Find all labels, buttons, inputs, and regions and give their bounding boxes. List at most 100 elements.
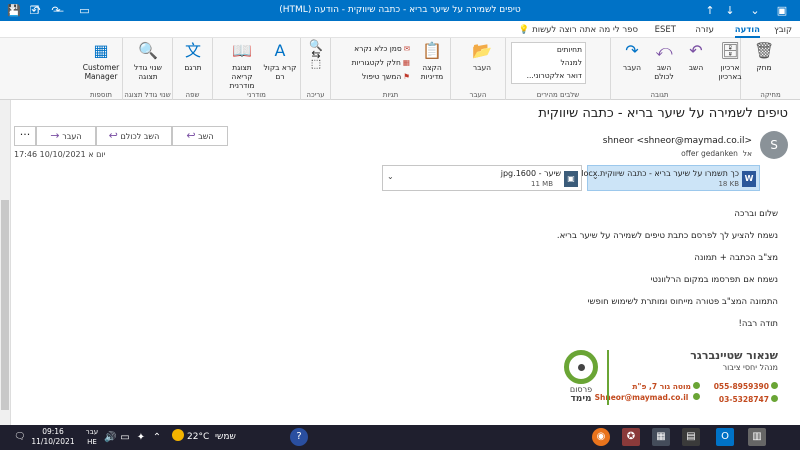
firefox-icon[interactable]: ◉ bbox=[592, 428, 610, 446]
lightbulb-icon: 💡 bbox=[518, 25, 530, 35]
archive-button[interactable]: 🗄 ארכיון בארכיון bbox=[715, 41, 745, 81]
language-indicator[interactable]: עבר HE bbox=[84, 427, 100, 447]
tab-help[interactable]: עזרה bbox=[695, 22, 714, 38]
translate-button[interactable]: 文 תרגם bbox=[176, 41, 210, 72]
immersive-reader-button[interactable]: 📖 תצוגת קריאה מודרנית bbox=[221, 41, 263, 90]
file-explorer-icon[interactable]: ▥ bbox=[748, 428, 766, 446]
minimize-window-button[interactable]: — bbox=[46, 0, 71, 21]
logo-ring-icon bbox=[564, 350, 598, 384]
tab-message[interactable]: הודעה bbox=[734, 22, 760, 38]
email-icon bbox=[693, 393, 700, 400]
calendar-app-icon[interactable]: ▤ bbox=[682, 428, 700, 446]
window-title: טיפים לשמירה על שיער בריא - כתבה שיווקית… bbox=[279, 5, 521, 15]
vertical-scrollbar[interactable] bbox=[0, 100, 11, 425]
down-arrow-icon[interactable]: ↓ bbox=[720, 0, 740, 21]
recipient[interactable]: offer gedanken bbox=[681, 149, 738, 158]
tell-me-search[interactable]: 💡 ספר לי מה אתה רוצה לעשות bbox=[519, 22, 638, 38]
speech-group-label: מודרני bbox=[247, 91, 266, 99]
body-line: נשמח להציע לך לפרסם כתבת טיפים לשמירה על… bbox=[556, 231, 778, 241]
customer-manager-button[interactable]: ▦ Customer Manager bbox=[82, 41, 120, 81]
title-bar: 💾 ↶ ↷ ↑ ↓ ⌄ ▣ טיפים לשמירה על שיער בריא … bbox=[0, 0, 800, 21]
dropdown-icon[interactable]: ⌄ bbox=[745, 0, 765, 21]
zoom-label: שנוי גודל תצוגה bbox=[134, 63, 162, 81]
move-group: 📂 העבר העבר bbox=[450, 38, 505, 100]
tags-group: 📋 הקצה מדיניות ✉סמן כלא נקרא ▦חלק לקטגורי… bbox=[330, 38, 450, 100]
reply-all-button[interactable]: ↩ השב לכולם bbox=[96, 126, 172, 146]
attachment-docx[interactable]: W כך תשמרו על שיער בריא - כתבה שיווקית.d… bbox=[578, 165, 760, 191]
forward-arrow-icon: → bbox=[50, 129, 60, 142]
taskbar: 🗨 09:16 11/10/2021 עבר HE 🔊 ▭ ✦ ⌃ 22°C שמש… bbox=[0, 425, 800, 450]
lang-line2: HE bbox=[87, 438, 97, 446]
immersive-reader-icon: 📖 bbox=[232, 41, 252, 60]
ribbon-reply-all-button[interactable]: ⤺ השב לכולם bbox=[647, 41, 681, 81]
flag-icon: ⚑ bbox=[403, 72, 410, 81]
outlook-icon[interactable]: O bbox=[716, 428, 734, 446]
tab-eset[interactable]: ESET bbox=[655, 22, 676, 38]
read-aloud-button[interactable]: A קרא בקול רם bbox=[263, 41, 297, 81]
avatar[interactable]: S bbox=[760, 131, 788, 159]
clock-date: 11/10/2021 bbox=[31, 437, 75, 446]
delete-label: מחק bbox=[756, 63, 772, 72]
save-quick-icon[interactable]: ▣ bbox=[772, 0, 792, 21]
maymad-logo: פרסום מימד bbox=[560, 350, 602, 408]
move-label: העבר bbox=[472, 63, 492, 72]
signature-email: Shneor@maymad.co.il bbox=[595, 393, 700, 402]
forward-button[interactable]: → העבר bbox=[36, 126, 96, 146]
app-icon[interactable]: ▦ bbox=[652, 428, 670, 446]
attachment-jpg[interactable]: ▣ שיער - 1600.jpg 11 MB ⌄ bbox=[382, 165, 582, 191]
find-icon[interactable]: 🔍 ⇆ ⬚ bbox=[299, 40, 333, 69]
volume-icon[interactable]: 🔊 bbox=[104, 425, 116, 450]
tab-file[interactable]: קובץ bbox=[774, 22, 792, 38]
quick-step-item[interactable]: תחיותים bbox=[512, 43, 585, 56]
show-hidden-icons[interactable]: ⌃ bbox=[150, 425, 164, 450]
quick-steps-group: תחיותים למנהל דואר אלקטרוני... שלבים מהי… bbox=[505, 38, 610, 100]
assign-policy-label: הקצה מדיניות bbox=[420, 63, 444, 81]
app-icon[interactable]: ✪ bbox=[622, 428, 640, 446]
reply-all-arrow-icon: ↩ bbox=[108, 129, 118, 142]
reply-arrow-icon: ↩ bbox=[186, 129, 196, 142]
language-group: 文 תרגם שפה bbox=[172, 38, 212, 100]
ribbon-forward-button[interactable]: ↷ העבר bbox=[615, 41, 649, 72]
help-app-icon[interactable]: ? bbox=[290, 428, 308, 446]
quick-step-item[interactable]: למנהל bbox=[512, 56, 585, 69]
trash-icon: 🗑 bbox=[754, 41, 775, 60]
restore-window-button[interactable]: ❐ bbox=[22, 0, 47, 21]
signature-address: מוטה גור 7, פ"ת bbox=[632, 382, 700, 391]
reply-button[interactable]: ↩ השב bbox=[172, 126, 228, 146]
envelope-icon: ✉ bbox=[403, 44, 410, 53]
chevron-down-icon[interactable]: ⌄ bbox=[387, 172, 394, 181]
ribbon-display-icon[interactable]: ▭ bbox=[72, 0, 97, 21]
notification-icon[interactable]: 🗨 bbox=[12, 425, 28, 450]
attachment-size: 18 KB bbox=[718, 180, 739, 188]
immersive-label: תצוגת קריאה מודרנית bbox=[229, 63, 255, 90]
reply-button-label: השב bbox=[198, 132, 214, 141]
quick-step-item[interactable]: דואר אלקטרוני... bbox=[512, 69, 585, 82]
scrollbar-thumb[interactable] bbox=[1, 200, 9, 410]
mark-unread-button[interactable]: ✉סמן כלא נקרא bbox=[354, 42, 410, 55]
categorize-button[interactable]: ▦חלק לקטגוריות bbox=[352, 56, 410, 69]
zoom-button[interactable]: 🔍 שנוי גודל תצוגה bbox=[131, 41, 165, 81]
customer-manager-label: Customer Manager bbox=[82, 63, 120, 81]
move-button[interactable]: 📂 העבר bbox=[465, 41, 499, 72]
reply-label: השב bbox=[688, 63, 704, 72]
quick-steps-label: שלבים מהירים bbox=[536, 91, 580, 99]
delete-button[interactable]: 🗑 מחק bbox=[747, 41, 781, 72]
archive-icon: 🗄 bbox=[720, 41, 741, 60]
delete-group: 🗑 מחק 🗄 ארכיון בארכיון מחיקה bbox=[718, 38, 800, 100]
follow-up-button[interactable]: ⚑המשך טיפול bbox=[362, 70, 410, 83]
signature-phone1: 055-8959390 bbox=[714, 382, 778, 391]
lang-line1: עבר bbox=[85, 428, 99, 436]
up-arrow-icon[interactable]: ↑ bbox=[700, 0, 720, 21]
signature-divider bbox=[607, 350, 609, 405]
speech-group: A קרא בקול רם 📖 תצוגת קריאה מודרנית מודרני bbox=[212, 38, 300, 100]
dropbox-icon[interactable]: ✦ bbox=[134, 425, 148, 450]
sender[interactable]: shneor <shneor@maymad.co.il> bbox=[603, 136, 752, 146]
chevron-down-icon[interactable]: ⌄ bbox=[592, 172, 599, 181]
system-clock[interactable]: 09:16 11/10/2021 bbox=[28, 427, 78, 447]
forward-label: העבר bbox=[622, 63, 642, 72]
more-actions-button[interactable]: ··· bbox=[14, 126, 36, 146]
ribbon-reply-button[interactable]: ↶ השב bbox=[679, 41, 713, 72]
weather-widget[interactable]: 22°C שמשי bbox=[172, 429, 236, 446]
network-icon[interactable]: ▭ bbox=[118, 425, 132, 450]
assign-policy-button[interactable]: 📋 הקצה מדיניות bbox=[415, 41, 449, 81]
